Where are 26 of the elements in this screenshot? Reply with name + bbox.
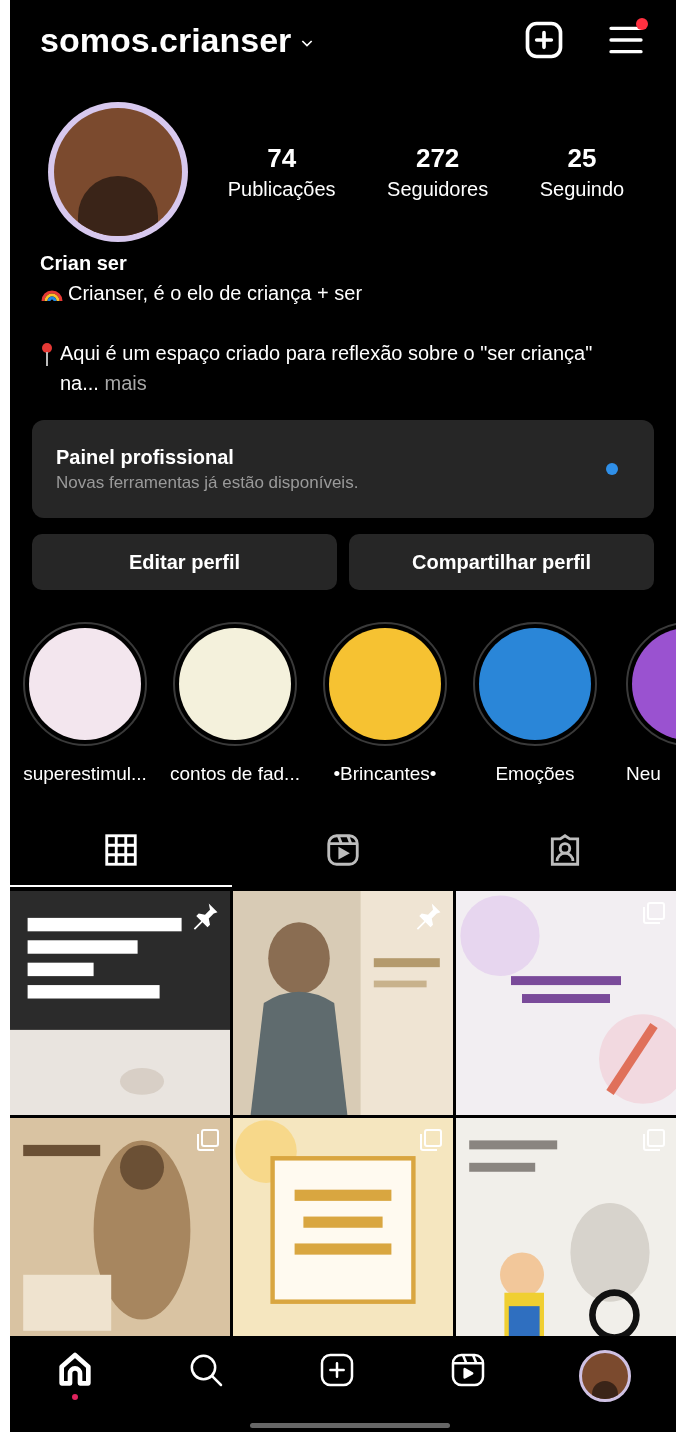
profile-name: Crian ser — [40, 251, 127, 276]
profile-avatar[interactable] — [578, 1350, 631, 1402]
stat-label[interactable]: Publicações — [227, 175, 336, 203]
professional-dashboard[interactable]: Painel profissional Novas ferramentas já estão disponíveis. — [32, 420, 654, 518]
story-highlight[interactable] — [173, 622, 297, 746]
stat-label[interactable]: Seguidores — [387, 175, 489, 203]
dashboard-subtitle: Novas ferramentas já estão disponíveis. — [56, 472, 360, 494]
stat-label[interactable]: Seguindo — [539, 175, 625, 203]
more-link[interactable]: mais — [104, 372, 147, 394]
bio-text: Aqui é um espaço criado para reflexão sobre o "ser criança" na... mais — [60, 341, 594, 396]
story-highlight[interactable] — [323, 622, 447, 746]
edit-profile-button[interactable]: Editar perfil — [32, 534, 337, 590]
bio-text: Crianser, é o elo de criança + ser — [68, 281, 363, 306]
stat-count: 272 — [415, 142, 460, 175]
highlight-label: contos de fad... — [170, 762, 300, 786]
dashboard-title: Painel profissional — [56, 445, 235, 470]
stat-count: 25 — [567, 142, 597, 175]
highlight-label: Emoções — [495, 762, 575, 786]
highlight-label: superestimul... — [23, 762, 147, 786]
stat-count: 74 — [267, 142, 297, 175]
pin-icon — [40, 342, 54, 366]
highlight-label: Neu — [626, 762, 661, 786]
story-highlight[interactable] — [23, 622, 147, 746]
share-profile-button[interactable]: Compartilhar perfil — [349, 534, 654, 590]
username[interactable]: somos.crianser — [40, 14, 292, 66]
highlight-label: •Brincantes• — [333, 762, 437, 786]
